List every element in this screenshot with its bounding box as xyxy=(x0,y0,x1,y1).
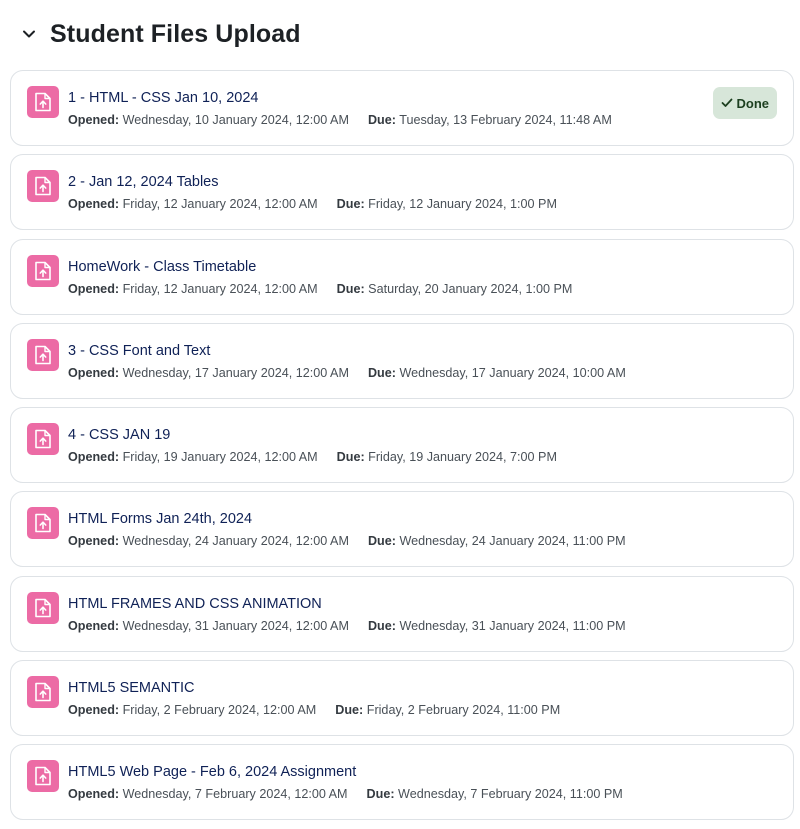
due-label: Due: xyxy=(367,534,396,549)
due-date: Friday, 12 January 2024, 1:00 PM xyxy=(368,197,557,212)
activity-link[interactable]: HTML5 Web Page - Feb 6, 2024 Assignment xyxy=(68,764,356,780)
due-label: Due: xyxy=(335,703,364,718)
opened-label: Opened: xyxy=(68,450,120,465)
activity-dates: Opened: Friday, 12 January 2024, 12:00 A… xyxy=(68,197,557,211)
assignment-upload-icon[interactable] xyxy=(27,254,59,287)
activity-dates: Opened: Wednesday, 7 February 2024, 12:0… xyxy=(68,787,623,801)
assignment-upload-icon[interactable] xyxy=(27,170,59,203)
assignment-upload-icon[interactable] xyxy=(27,676,59,709)
opened-date: Friday, 2 February 2024, 12:00 AM xyxy=(122,703,317,718)
activity-link[interactable]: HTML FRAMES AND CSS ANIMATION xyxy=(68,596,322,612)
due-label: Due: xyxy=(367,618,396,633)
activity-link[interactable]: HomeWork - Class Timetable xyxy=(68,259,256,275)
chevron-down-icon[interactable] xyxy=(18,23,40,45)
opened-label: Opened: xyxy=(68,703,120,718)
activity-list: 1 - HTML - CSS Jan 10, 2024 Opened: Wedn… xyxy=(10,70,794,829)
due-label: Due: xyxy=(336,197,365,212)
activity-dates: Opened: Friday, 19 January 2024, 12:00 A… xyxy=(68,450,557,464)
section-title[interactable]: Student Files Upload xyxy=(50,20,301,49)
activity-link[interactable]: 2 - Jan 12, 2024 Tables xyxy=(68,174,218,190)
activity-card: 3 - CSS Font and Text Opened: Wednesday,… xyxy=(10,322,794,399)
activity-link[interactable]: HTML5 SEMANTIC xyxy=(68,680,195,696)
assignment-upload-icon[interactable] xyxy=(27,86,59,118)
due-date: Friday, 2 February 2024, 11:00 PM xyxy=(366,703,561,718)
due-label: Due: xyxy=(336,450,365,465)
due-label: Due: xyxy=(336,281,365,296)
check-icon xyxy=(721,96,733,111)
opened-date: Friday, 19 January 2024, 12:00 AM xyxy=(122,450,318,465)
due-label: Due: xyxy=(367,113,396,127)
assignment-upload-icon[interactable] xyxy=(27,591,59,624)
opened-label: Opened: xyxy=(68,534,120,549)
activity-card: HTML5 Web Page - Feb 6, 2024 Assignment … xyxy=(10,744,794,821)
opened-label: Opened: xyxy=(68,113,120,127)
assignment-upload-icon[interactable] xyxy=(27,760,59,793)
activity-card: 4 - CSS JAN 19 Opened: Friday, 19 Januar… xyxy=(10,407,794,484)
activity-dates: Opened: Wednesday, 31 January 2024, 12:0… xyxy=(68,619,626,633)
due-label: Due: xyxy=(366,787,395,802)
opened-date: Wednesday, 17 January 2024, 12:00 AM xyxy=(122,365,349,380)
activity-card: HTML5 SEMANTIC Opened: Friday, 2 Februar… xyxy=(10,660,794,737)
assignment-upload-icon[interactable] xyxy=(27,507,59,540)
due-label: Due: xyxy=(367,365,396,380)
activity-link[interactable]: 1 - HTML - CSS Jan 10, 2024 xyxy=(68,90,258,106)
activity-card: 2 - Jan 12, 2024 Tables Opened: Friday, … xyxy=(10,154,794,231)
opened-date: Wednesday, 24 January 2024, 12:00 AM xyxy=(122,534,349,549)
due-date: Wednesday, 17 January 2024, 10:00 AM xyxy=(399,365,626,380)
due-date: Wednesday, 7 February 2024, 11:00 PM xyxy=(398,787,623,802)
activity-link[interactable]: 4 - CSS JAN 19 xyxy=(68,427,170,443)
due-date: Friday, 19 January 2024, 7:00 PM xyxy=(368,450,557,465)
activity-card: HomeWork - Class Timetable Opened: Frida… xyxy=(10,238,794,315)
activity-card: 1 - HTML - CSS Jan 10, 2024 Opened: Wedn… xyxy=(10,70,794,146)
activity-link[interactable]: 3 - CSS Font and Text xyxy=(68,343,210,359)
assignment-upload-icon[interactable] xyxy=(27,423,59,456)
assignment-upload-icon[interactable] xyxy=(27,338,59,371)
opened-date: Friday, 12 January 2024, 12:00 AM xyxy=(122,281,318,296)
due-date: Saturday, 20 January 2024, 1:00 PM xyxy=(368,281,573,296)
due-date: Tuesday, 13 February 2024, 11:48 AM xyxy=(399,113,612,127)
opened-date: Wednesday, 31 January 2024, 12:00 AM xyxy=(122,618,349,633)
completion-status-badge: Done xyxy=(712,87,777,119)
section-header: Student Files Upload xyxy=(18,14,301,54)
due-date: Wednesday, 31 January 2024, 11:00 PM xyxy=(399,618,626,633)
opened-label: Opened: xyxy=(68,365,120,380)
due-date: Wednesday, 24 January 2024, 11:00 PM xyxy=(399,534,626,549)
opened-label: Opened: xyxy=(68,618,120,633)
activity-card: HTML Forms Jan 24th, 2024 Opened: Wednes… xyxy=(10,491,794,568)
opened-date: Friday, 12 January 2024, 12:00 AM xyxy=(122,197,318,212)
activity-dates: Opened: Wednesday, 10 January 2024, 12:0… xyxy=(68,113,612,127)
activity-dates: Opened: Wednesday, 24 January 2024, 12:0… xyxy=(68,534,626,548)
opened-label: Opened: xyxy=(68,197,120,212)
opened-label: Opened: xyxy=(68,787,120,802)
activity-card: HTML FRAMES AND CSS ANIMATION Opened: We… xyxy=(10,575,794,652)
activity-dates: Opened: Wednesday, 17 January 2024, 12:0… xyxy=(68,366,626,380)
activity-dates: Opened: Friday, 12 January 2024, 12:00 A… xyxy=(68,282,572,296)
opened-label: Opened: xyxy=(68,281,120,296)
opened-date: Wednesday, 7 February 2024, 12:00 AM xyxy=(122,787,348,802)
activity-link[interactable]: HTML Forms Jan 24th, 2024 xyxy=(68,511,252,527)
activity-dates: Opened: Friday, 2 February 2024, 12:00 A… xyxy=(68,703,560,717)
completion-status-label: Done xyxy=(736,95,770,111)
opened-date: Wednesday, 10 January 2024, 12:00 AM xyxy=(122,113,349,127)
